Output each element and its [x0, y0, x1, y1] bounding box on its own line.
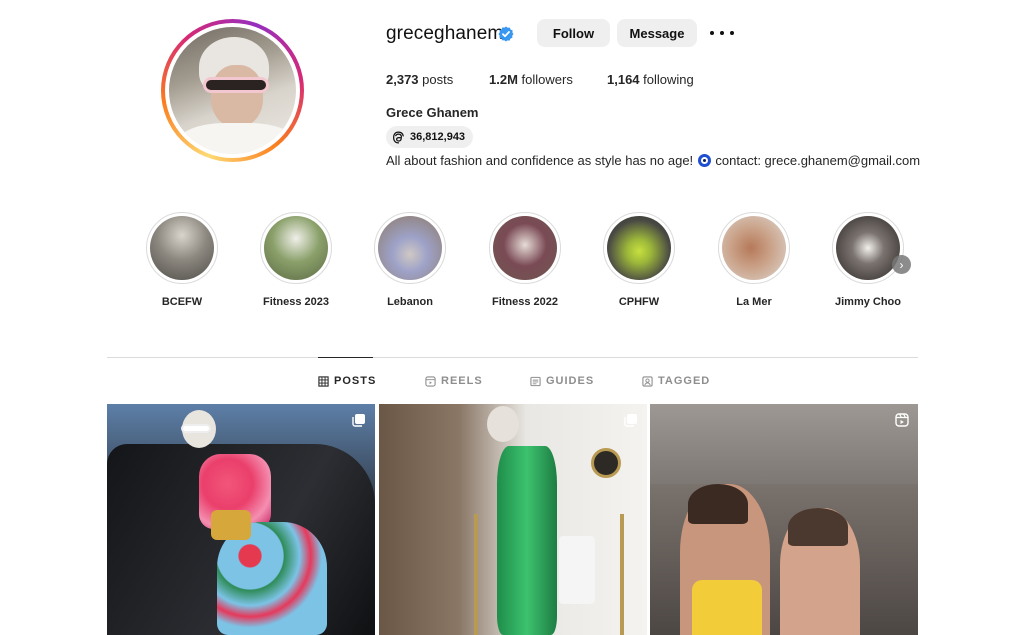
- highlight-ring: [146, 212, 218, 284]
- profile-full-name: Grece Ghanem: [386, 105, 479, 120]
- profile-username: greceghanem: [386, 23, 504, 44]
- follow-button[interactable]: Follow: [537, 19, 610, 47]
- highlight-label: Lebanon: [387, 296, 433, 308]
- post-tile[interactable]: [107, 404, 375, 635]
- highlight-item[interactable]: BCEFW: [137, 212, 227, 308]
- highlight-item[interactable]: Fitness 2022: [480, 212, 570, 308]
- post-tile[interactable]: [379, 404, 647, 635]
- tab-tagged-label: TAGGED: [658, 375, 711, 387]
- followers-label: followers: [521, 72, 573, 87]
- grid-icon: [318, 375, 329, 387]
- highlight-item[interactable]: Fitness 2023: [251, 212, 341, 308]
- following-count: 1,164: [607, 72, 640, 87]
- highlight-label: La Mer: [736, 296, 772, 308]
- following-label: following: [643, 72, 694, 87]
- posts-label: posts: [422, 72, 454, 87]
- tab-reels-label: REELS: [441, 375, 483, 387]
- highlight-item[interactable]: CPHFW: [594, 212, 684, 308]
- followers-count: 1.2M: [489, 72, 518, 87]
- highlights-next-arrow-icon[interactable]: ›: [892, 255, 911, 274]
- tab-guides[interactable]: GUIDES: [530, 374, 594, 388]
- tab-reels[interactable]: REELS: [425, 374, 483, 388]
- avatar-photo: [169, 27, 296, 154]
- threads-count: 36,812,943: [410, 131, 466, 143]
- profile-bio: All about fashion and confidence as styl…: [386, 153, 920, 168]
- carousel-icon: [352, 414, 365, 427]
- highlight-label: BCEFW: [161, 296, 203, 308]
- highlight-label: Fitness 2022: [491, 296, 559, 308]
- highlight-ring: [260, 212, 332, 284]
- highlight-ring: [603, 212, 675, 284]
- bio-text: All about fashion and confidence as styl…: [386, 153, 694, 168]
- reels-icon: [425, 375, 436, 387]
- more-options-icon[interactable]: [710, 25, 734, 41]
- posts-count: 2,373: [386, 72, 419, 87]
- highlight-ring: [374, 212, 446, 284]
- highlight-label: CPHFW: [618, 296, 660, 308]
- post-tile[interactable]: [650, 404, 918, 635]
- highlight-ring: [718, 212, 790, 284]
- nazar-emoji-icon: [697, 154, 711, 167]
- tab-posts[interactable]: POSTS: [318, 374, 376, 388]
- tabs-divider: [107, 357, 918, 358]
- guides-icon: [530, 376, 541, 386]
- stat-posts: 2,373 posts: [386, 72, 453, 87]
- highlight-label: Jimmy Choo: [834, 296, 901, 308]
- stat-following[interactable]: 1,164 following: [607, 72, 694, 87]
- reel-icon: [895, 413, 909, 427]
- verified-badge-icon: [498, 26, 514, 42]
- carousel-icon: [624, 414, 637, 427]
- active-tab-indicator: [318, 357, 373, 358]
- highlight-item[interactable]: Lebanon: [365, 212, 455, 308]
- threads-badge[interactable]: 36,812,943: [386, 126, 474, 148]
- highlight-label: Fitness 2023: [262, 296, 330, 308]
- stat-followers[interactable]: 1.2M followers: [489, 72, 573, 87]
- message-button[interactable]: Message: [617, 19, 697, 47]
- tab-tagged[interactable]: TAGGED: [642, 374, 710, 388]
- highlight-ring: [489, 212, 561, 284]
- tab-guides-label: GUIDES: [546, 375, 595, 387]
- highlight-item[interactable]: La Mer: [709, 212, 799, 308]
- threads-icon: [393, 131, 404, 143]
- bio-contact: contact: grece.ghanem@gmail.com: [715, 153, 921, 168]
- tab-posts-label: POSTS: [334, 375, 377, 387]
- profile-avatar[interactable]: [161, 19, 304, 162]
- highlight-ring: [832, 212, 904, 284]
- tagged-icon: [642, 375, 653, 387]
